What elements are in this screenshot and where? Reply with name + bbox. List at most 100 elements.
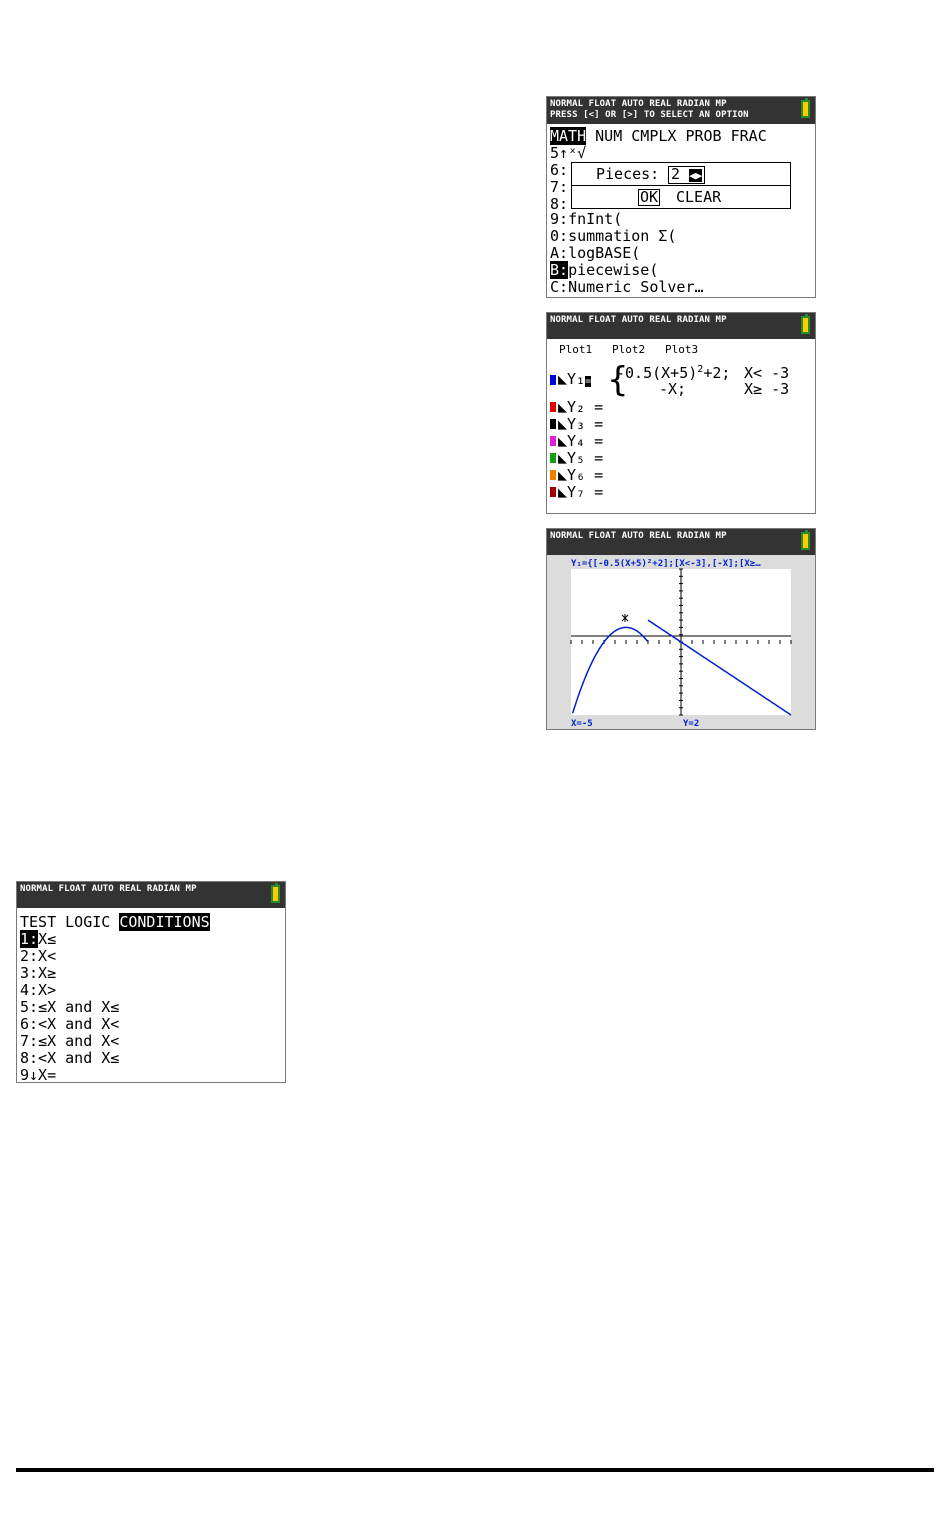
piece1-exponent: 2 — [697, 364, 704, 375]
status-bar: NORMAL FLOAT AUTO REAL RADIAN MP — [547, 313, 815, 339]
mode-line: NORMAL FLOAT AUTO REAL RADIAN MP — [20, 884, 197, 894]
conditions-item-2[interactable]: 2:X< — [20, 948, 56, 965]
graph-style-icon[interactable]: ◣ — [558, 483, 567, 501]
menu-tabs: MATH NUM CMPLX PROB FRAC — [550, 127, 767, 145]
test-menu-screen: NORMAL FLOAT AUTO REAL RADIAN MP TEST LO… — [16, 881, 286, 1083]
pieces-number: 2 — [671, 165, 681, 183]
y3-color-swatch[interactable] — [550, 419, 556, 429]
graph-style-icon[interactable]: ◣ — [558, 370, 567, 388]
conditions-item-6[interactable]: 6:<X and X< — [20, 1016, 119, 1033]
item-label: fnInt( — [568, 210, 623, 228]
y4-label: Y₄ = — [567, 432, 604, 450]
y1-row[interactable]: ◣Y₁= { -0.5(X+5)2+2; X< -3 -X; X≥ -3 — [550, 363, 812, 399]
y7-color-swatch[interactable] — [550, 487, 556, 497]
y1-name: Y₁ — [567, 370, 586, 388]
status-bar: NORMAL FLOAT AUTO REAL RADIAN MP PRESS [… — [547, 97, 815, 124]
conditions-item-4[interactable]: 4:X> — [20, 982, 56, 999]
y6-label: Y₆ = — [567, 466, 604, 484]
y6-color-swatch[interactable] — [550, 470, 556, 480]
item-key: 5↑ — [550, 144, 569, 162]
conditions-item-8[interactable]: 8:<X and X≤ — [20, 1050, 119, 1067]
conditions-item-5[interactable]: 5:≤X and X≤ — [20, 999, 119, 1016]
status-bar: NORMAL FLOAT AUTO REAL RADIAN MP — [17, 882, 285, 908]
mode-line: NORMAL FLOAT AUTO REAL RADIAN MP — [550, 315, 727, 325]
graph-screen: NORMAL FLOAT AUTO REAL RADIAN MP Y₁={[-0… — [546, 528, 816, 730]
item-label: Numeric Solver… — [568, 278, 704, 296]
plot-row: Plot1 Plot2 Plot3 — [559, 343, 698, 356]
menu-item-9[interactable]: 9:fnInt( — [550, 211, 622, 228]
page-footer-rule — [16, 1468, 934, 1472]
plot1-toggle[interactable]: Plot1 — [559, 343, 592, 356]
conditions-item-7[interactable]: 7:≤X and X< — [20, 1033, 119, 1050]
y5-color-swatch[interactable] — [550, 453, 556, 463]
y1-equals-selected[interactable]: = — [585, 376, 592, 387]
item-label: piecewise( — [568, 261, 659, 279]
math-menu-screen: NORMAL FLOAT AUTO REAL RADIAN MP PRESS [… — [546, 96, 816, 298]
tab-frac[interactable]: FRAC — [731, 127, 767, 145]
menu-item-a[interactable]: A:logBASE( — [550, 245, 640, 262]
graph-style-icon[interactable]: ◣ — [558, 449, 567, 467]
y5-label: Y₅ = — [567, 449, 604, 467]
tab-logic[interactable]: LOGIC — [65, 913, 110, 931]
menu-item-0[interactable]: 0:summation Σ( — [550, 228, 676, 245]
menu-item-7[interactable]: 7: — [550, 179, 568, 196]
clear-button[interactable]: CLEAR — [676, 189, 721, 206]
tab-conditions[interactable]: CONDITIONS — [119, 913, 210, 931]
item-key: A: — [550, 244, 569, 262]
tab-prob[interactable]: PROB — [685, 127, 721, 145]
item-key-selected: B: — [550, 261, 569, 279]
test-menu-tabs: TEST LOGIC CONDITIONS — [20, 913, 210, 931]
item-key: 6: — [550, 161, 569, 179]
y4-color-swatch[interactable] — [550, 436, 556, 446]
y1-color-swatch[interactable] — [550, 375, 556, 385]
y-editor-screen: NORMAL FLOAT AUTO REAL RADIAN MP Plot1 P… — [546, 312, 816, 514]
piece2-expression[interactable]: -X; — [659, 381, 686, 398]
item-label: logBASE( — [568, 244, 641, 262]
y2-label: Y₂ = — [567, 398, 604, 416]
plot2-toggle[interactable]: Plot2 — [612, 343, 645, 356]
pieces-dialog-buttons: OK CLEAR — [571, 185, 791, 209]
mode-line: NORMAL FLOAT AUTO REAL RADIAN MP — [550, 99, 727, 109]
tab-test[interactable]: TEST — [20, 913, 56, 931]
ok-button[interactable]: OK — [638, 189, 661, 206]
tab-cmplx[interactable]: CMPLX — [631, 127, 676, 145]
pieces-dialog-top: Pieces: 2 ◀▶ — [571, 162, 791, 186]
battery-icon — [801, 98, 810, 118]
conditions-item-1[interactable]: 1:X≤ — [20, 930, 57, 948]
conditions-item-3[interactable]: 3:X≥ — [20, 965, 56, 982]
y2-color-swatch[interactable] — [550, 402, 556, 412]
pieces-label: Pieces: — [596, 165, 660, 183]
graph-style-icon[interactable]: ◣ — [558, 432, 567, 450]
piece2-condition[interactable]: X≥ -3 — [744, 381, 789, 398]
plot3-toggle[interactable]: Plot3 — [665, 343, 698, 356]
tab-num[interactable]: NUM — [595, 127, 622, 145]
graph-canvas[interactable]: Y₁={[-0.5(X+5)²+2];[X<-3],[-X];[X≥… X=-5… — [547, 555, 815, 729]
tab-math[interactable]: MATH — [550, 127, 587, 145]
graph-style-icon[interactable]: ◣ — [558, 398, 567, 416]
graph-equation-header: Y₁={[-0.5(X+5)²+2];[X<-3],[-X];[X≥… — [571, 559, 761, 569]
y3-label: Y₃ = — [567, 415, 604, 433]
y1-label: ◣Y₁= — [558, 370, 592, 390]
battery-icon — [801, 314, 810, 334]
y-readout: Y=2 — [683, 719, 699, 729]
spinner-arrows-icon[interactable]: ◀▶ — [689, 169, 703, 182]
menu-item-6[interactable]: 6: — [550, 162, 568, 179]
x-readout: X=-5 — [571, 719, 593, 729]
y7-label: Y₇ = — [567, 483, 604, 501]
item-label: X≤ — [38, 930, 57, 948]
press-hint: PRESS [<] OR [>] TO SELECT AN OPTION — [550, 110, 749, 120]
item-label: ˣ√ — [568, 144, 587, 162]
pieces-value[interactable]: 2 ◀▶ — [668, 165, 706, 184]
status-bar: NORMAL FLOAT AUTO REAL RADIAN MP — [547, 529, 815, 555]
mode-line: NORMAL FLOAT AUTO REAL RADIAN MP — [550, 531, 727, 541]
menu-item-b[interactable]: B:piecewise( — [550, 261, 659, 279]
graph-style-icon[interactable]: ◣ — [558, 415, 567, 433]
item-key: C: — [550, 278, 569, 296]
item-key: 9: — [550, 210, 569, 228]
conditions-item-9[interactable]: 9↓X= — [20, 1067, 56, 1083]
menu-item-c[interactable]: C:Numeric Solver… — [550, 279, 704, 296]
item-label: summation Σ( — [568, 227, 677, 245]
battery-icon — [271, 883, 280, 903]
menu-item-5[interactable]: 5↑ˣ√ — [550, 145, 586, 162]
graph-style-icon[interactable]: ◣ — [558, 466, 567, 484]
